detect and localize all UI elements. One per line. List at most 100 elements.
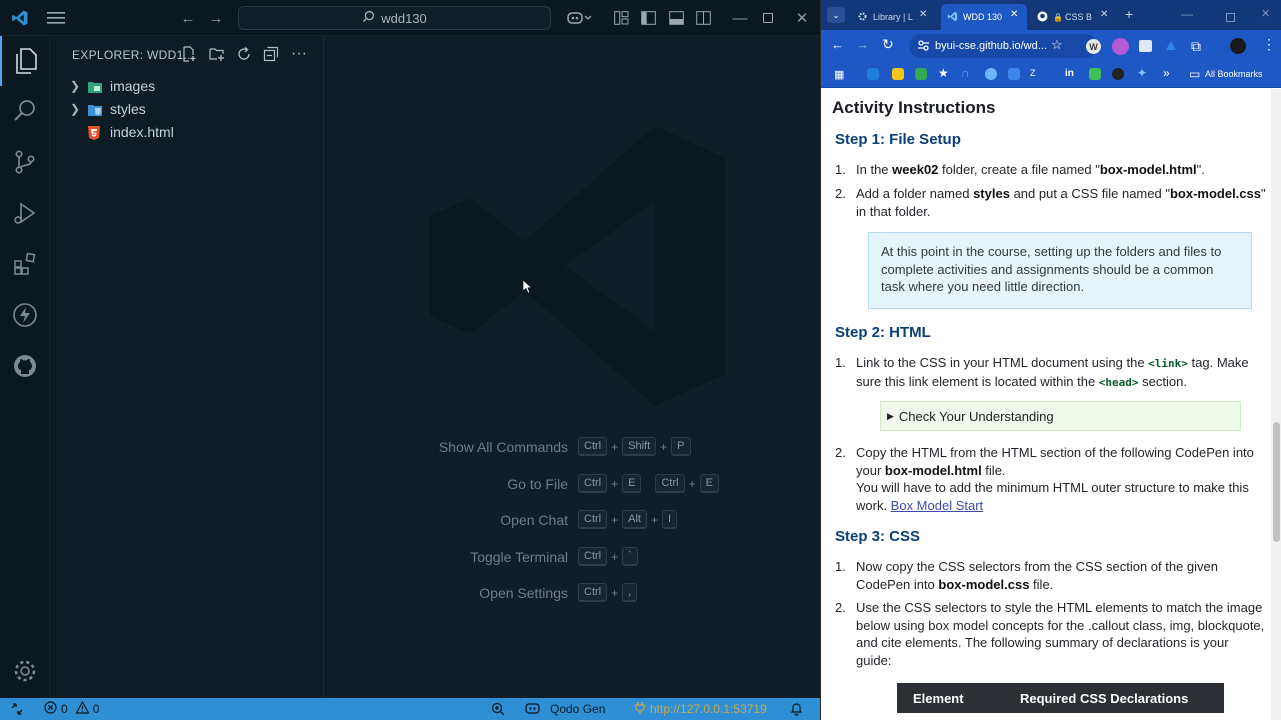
copilot-icon[interactable]	[562, 0, 596, 36]
maximize-icon[interactable]	[758, 0, 778, 36]
editor-area[interactable]: Show All Commands Ctrl + Shift + P Go to…	[325, 36, 820, 698]
star-bookmark-icon[interactable]: ★	[938, 66, 949, 80]
list-number: 2.	[835, 600, 846, 615]
text: Link to the CSS in your HTML document us…	[856, 355, 1149, 370]
tree-folder-styles[interactable]: ❯ styles	[50, 98, 324, 120]
tab-close-icon[interactable]: ✕	[919, 9, 927, 20]
back-arrow-icon[interactable]: ←	[831, 37, 844, 52]
zoom-icon[interactable]	[491, 698, 505, 720]
minimize-icon[interactable]: —	[730, 0, 750, 36]
slides-bookmark-icon[interactable]	[892, 68, 904, 80]
apps-grid-icon[interactable]: ▦	[834, 68, 844, 81]
key: Ctrl	[578, 547, 608, 566]
notifications-bell-icon[interactable]	[790, 698, 803, 720]
lightning-icon[interactable]	[0, 290, 50, 340]
tree-item-label: images	[110, 78, 156, 94]
problems-status[interactable]: 0 0	[44, 698, 99, 720]
list-number: 1.	[835, 162, 846, 177]
bookmark-star-icon[interactable]: ☆	[1051, 37, 1063, 53]
more-actions-icon[interactable]: ···	[289, 44, 309, 64]
explorer-header: EXPLORER: WDD1... ···	[50, 36, 324, 72]
shortcut-keys: Ctrl + E Ctrl + E	[578, 474, 719, 493]
all-bookmarks-link[interactable]: All Bookmarks	[1205, 69, 1263, 79]
back-arrow-icon[interactable]: ←	[178, 0, 198, 36]
reload-icon[interactable]: ↻	[882, 36, 894, 53]
scrollbar-thumb[interactable]	[1273, 422, 1280, 542]
vscode-watermark-logo	[425, 116, 735, 421]
github-bookmark-icon[interactable]	[1112, 68, 1124, 80]
new-file-icon[interactable]	[179, 44, 199, 64]
profile-avatar[interactable]	[1230, 38, 1246, 54]
more-bookmarks-icon[interactable]: »	[1163, 66, 1170, 80]
tab-search-icon[interactable]: ⌄	[827, 7, 845, 23]
check-label: Check Your Understanding	[898, 408, 1054, 424]
tree-folder-images[interactable]: ❯ images	[50, 75, 324, 97]
toggle-sidebar-icon[interactable]	[639, 0, 657, 36]
step3-heading: Step 3: CSS	[835, 528, 921, 545]
address-bar[interactable]: byui-cse.github.io/wd...	[909, 34, 1097, 58]
minimize-icon[interactable]: —	[1181, 7, 1193, 21]
check-understanding-toggle[interactable]: ▶ Check Your Understanding	[880, 401, 1241, 431]
drive-bookmark-icon[interactable]	[915, 68, 927, 80]
tab-label: Library | L	[873, 12, 913, 22]
green-bookmark-icon[interactable]	[1089, 68, 1101, 80]
settings-gear-icon[interactable]	[0, 646, 50, 696]
list-text: Link to the CSS in your HTML document us…	[856, 354, 1266, 391]
github-icon[interactable]	[0, 341, 50, 391]
browser-menu-icon[interactable]: ⋮	[1262, 36, 1276, 53]
headphones-bookmark-icon[interactable]: ∩	[961, 66, 970, 80]
extensions-icon[interactable]	[0, 239, 50, 289]
box-model-start-link[interactable]: Box Model Start	[891, 498, 984, 513]
key: Ctrl	[578, 583, 608, 602]
extensions-puzzle-icon[interactable]: ⧉	[1191, 38, 1201, 55]
new-tab-icon[interactable]: +	[1125, 6, 1133, 22]
collapse-all-icon[interactable]	[261, 44, 281, 64]
refresh-icon[interactable]	[234, 44, 254, 64]
explorer-sidebar: EXPLORER: WDD1... ··· ❯ images ❯ styles …	[50, 36, 324, 698]
hamburger-menu-icon[interactable]	[44, 0, 68, 36]
plug-icon	[634, 701, 646, 718]
w-extension-icon[interactable]: W	[1086, 39, 1101, 54]
purple-extension-icon[interactable]	[1112, 38, 1129, 55]
sparkle-bookmark-icon[interactable]: ✦	[1137, 66, 1147, 80]
toggle-panel-icon[interactable]	[667, 0, 685, 36]
code-link-tag: <link>	[1148, 357, 1188, 370]
forward-arrow-icon[interactable]: →	[856, 37, 869, 52]
tree-file-index-html[interactable]: index.html	[50, 121, 324, 143]
grid-extension-icon[interactable]	[1139, 40, 1152, 52]
search-icon[interactable]	[0, 86, 50, 136]
shortcut-show-all-commands: Show All Commands Ctrl + Shift + P	[325, 437, 820, 457]
outlook-bookmark-icon[interactable]	[867, 68, 879, 80]
key: Ctrl	[578, 510, 608, 529]
tab-close-icon[interactable]: ✕	[1010, 9, 1018, 20]
source-control-icon[interactable]	[0, 137, 50, 187]
qodo-gen-status[interactable]: Qodo Gen	[525, 698, 605, 720]
site-info-icon[interactable]	[917, 39, 930, 55]
run-debug-icon[interactable]	[0, 188, 50, 238]
chat-bookmark-icon[interactable]	[985, 68, 997, 80]
page-scrollbar[interactable]	[1271, 89, 1281, 720]
vscode-titlebar: ← → wdd130 — ✕	[0, 0, 820, 36]
browser-toolbar: ← → ↻ byui-cse.github.io/wd... ☆ W ⧉ ⋮	[821, 30, 1281, 62]
layout-customize-icon[interactable]	[612, 0, 630, 36]
toggle-secondary-sidebar-icon[interactable]	[694, 0, 712, 36]
linkedin-bookmark-icon[interactable]: in	[1065, 68, 1074, 79]
close-icon[interactable]: ✕	[1261, 7, 1270, 20]
new-folder-icon[interactable]	[207, 44, 227, 64]
tab-close-icon[interactable]: ✕	[1100, 9, 1108, 20]
list-text: Use the CSS selectors to style the HTML …	[856, 600, 1265, 668]
cloud-extension-icon[interactable]	[1164, 39, 1178, 58]
z-bookmark-icon[interactable]: Z	[1030, 68, 1036, 78]
lock-icon: 🔒	[1053, 12, 1063, 22]
remote-indicator-icon[interactable]	[10, 698, 24, 720]
plus: +	[660, 439, 668, 454]
explorer-icon[interactable]	[0, 36, 50, 86]
shortcut-label: Open Chat	[500, 512, 568, 528]
close-icon[interactable]: ✕	[792, 0, 812, 36]
live-server-status[interactable]: http://127.0.0.1:53719	[634, 698, 767, 720]
command-center-search[interactable]: wdd130	[238, 6, 551, 30]
cloud-bookmark-icon[interactable]	[1008, 68, 1020, 80]
forward-arrow-icon[interactable]: →	[206, 0, 226, 36]
maximize-icon[interactable]	[1226, 9, 1235, 27]
key: Ctrl	[655, 474, 685, 493]
